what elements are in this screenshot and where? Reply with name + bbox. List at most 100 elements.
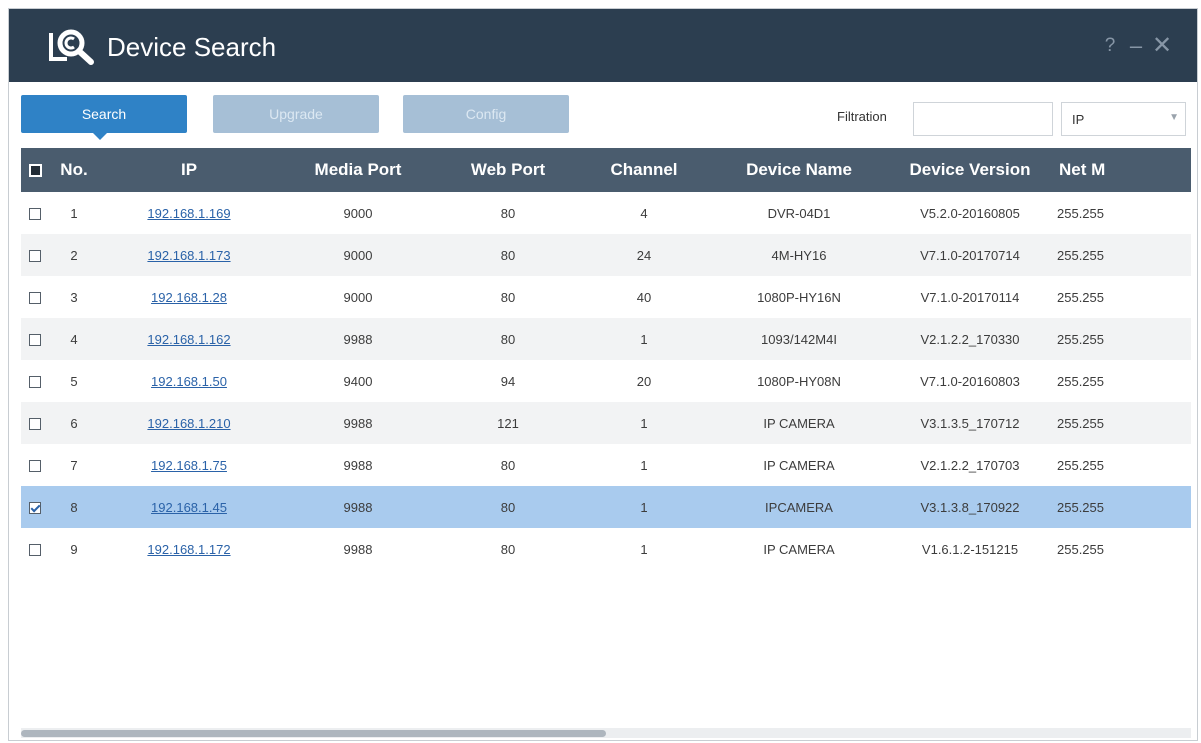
- cell-media-port: 9000: [343, 289, 373, 305]
- row-checkbox[interactable]: [29, 292, 41, 305]
- ip-link[interactable]: 192.168.1.162: [147, 332, 230, 347]
- row-checkbox-cell: [21, 528, 49, 570]
- cell-no: 2: [49, 234, 99, 276]
- header-device-name[interactable]: Device Name: [709, 148, 889, 192]
- cell-device-name: 1080P-HY16N: [757, 289, 841, 305]
- help-button[interactable]: ?: [1099, 31, 1121, 61]
- table-header-row: No. IP Media Port Web Port Channel Devic…: [21, 148, 1191, 192]
- table-row[interactable]: 1 192.168.1.169 9000 80 4 DVR-04D1 V5.2.0-2016…: [21, 192, 1191, 234]
- filter-field-select[interactable]: IP ▼: [1061, 102, 1186, 136]
- table-row[interactable]: 6 192.168.1.210 9988 121 1 IP CAMERA V3.1.3.5_…: [21, 402, 1191, 444]
- cell-net-mask: 255.255: [1057, 373, 1104, 389]
- row-checkbox[interactable]: [29, 334, 41, 347]
- cell-net-mask: 255.255: [1051, 402, 1191, 444]
- cell-device-name: DVR-04D1: [767, 205, 831, 221]
- table-row[interactable]: 8 192.168.1.45 9988 80 1 IPCAMERA V3.1.3.8_170…: [21, 486, 1191, 528]
- ip-link[interactable]: 192.168.1.172: [147, 542, 230, 557]
- app-logo-icon: [49, 29, 94, 65]
- cell-media-port: 9000: [279, 234, 437, 276]
- row-checkbox-cell: [21, 276, 49, 318]
- upgrade-button[interactable]: Upgrade: [213, 95, 379, 133]
- header-net-mask[interactable]: Net M: [1051, 148, 1191, 192]
- cell-channel: 40: [636, 289, 652, 305]
- cell-device-name: 1093/142M4I: [709, 318, 889, 360]
- search-button[interactable]: Search: [21, 95, 187, 140]
- header-media-port[interactable]: Media Port: [279, 148, 437, 192]
- cell-no: 7: [70, 457, 78, 473]
- table-row[interactable]: 4 192.168.1.162 9988 80 1 1093/142M4I V2.1.2.2…: [21, 318, 1191, 360]
- cell-net-mask: 255.255: [1051, 234, 1191, 276]
- row-checkbox-cell: [21, 486, 49, 528]
- cell-device-version: V7.1.0-20160803: [920, 373, 1020, 389]
- row-checkbox[interactable]: [29, 208, 41, 221]
- cell-media-port: 9000: [343, 205, 373, 221]
- cell-channel: 1: [579, 402, 709, 444]
- row-checkbox-cell: [21, 192, 49, 234]
- window-title: Device Search: [107, 32, 277, 62]
- cell-device-name: IPCAMERA: [709, 486, 889, 528]
- minimize-button[interactable]: –: [1125, 31, 1147, 61]
- cell-device-version: V2.1.2.2_170330: [889, 318, 1051, 360]
- header-no[interactable]: No.: [49, 148, 99, 192]
- table-row[interactable]: 9 192.168.1.172 9988 80 1 IP CAMERA V1.6.1.2-1…: [21, 528, 1191, 570]
- ip-link[interactable]: 192.168.1.50: [151, 374, 227, 389]
- cell-channel: 4: [640, 205, 648, 221]
- cell-net-mask: 255.255: [1051, 318, 1191, 360]
- row-checkbox-cell: [21, 402, 49, 444]
- cell-device-name: IP CAMERA: [709, 402, 889, 444]
- ip-link[interactable]: 192.168.1.169: [147, 206, 230, 221]
- cell-no: 6: [49, 402, 99, 444]
- cell-device-version: V7.1.0-20170714: [889, 234, 1051, 276]
- cell-ip: 192.168.1.75: [99, 444, 279, 486]
- table-row[interactable]: 2 192.168.1.173 9000 80 24 4M-HY16 V7.1.0-2017…: [21, 234, 1191, 276]
- header-select-all: [21, 148, 49, 192]
- cell-ip: 192.168.1.172: [99, 528, 279, 570]
- table-row[interactable]: 5 192.168.1.50 9400 94 20 1080P-HY08N V7.1.0-2…: [21, 360, 1191, 402]
- cell-media-port: 9988: [279, 486, 437, 528]
- cell-ip: 192.168.1.50: [99, 360, 279, 402]
- header-device-version[interactable]: Device Version: [889, 148, 1051, 192]
- cell-web-port: 80: [437, 486, 579, 528]
- row-checkbox[interactable]: [29, 418, 41, 431]
- ip-link[interactable]: 192.168.1.28: [151, 290, 227, 305]
- row-checkbox-cell: [21, 234, 49, 276]
- ip-link[interactable]: 192.168.1.75: [151, 458, 227, 473]
- close-button[interactable]: ✕: [1151, 31, 1173, 61]
- cell-web-port: 80: [500, 541, 516, 557]
- cell-device-name: IP CAMERA: [763, 457, 835, 473]
- cell-net-mask: 255.255: [1057, 541, 1104, 557]
- row-checkbox[interactable]: [29, 250, 41, 263]
- horizontal-scrollbar-thumb[interactable]: [21, 730, 606, 737]
- cell-media-port: 9400: [343, 373, 373, 389]
- config-button[interactable]: Config: [403, 95, 569, 133]
- cell-media-port: 9988: [279, 318, 437, 360]
- cell-ip: 192.168.1.162: [99, 318, 279, 360]
- select-all-checkbox[interactable]: [28, 164, 42, 178]
- chevron-down-icon: ▼: [1169, 112, 1179, 123]
- cell-media-port: 9988: [279, 402, 437, 444]
- table-row[interactable]: 3 192.168.1.28 9000 80 40 1080P-HY16N V7.1.0-2…: [21, 276, 1191, 318]
- ip-link[interactable]: 192.168.1.173: [147, 248, 230, 263]
- filtration-label: Filtration: [837, 109, 887, 124]
- cell-web-port: 80: [500, 289, 516, 305]
- cell-no: 4: [49, 318, 99, 360]
- cell-web-port: 80: [500, 457, 516, 473]
- row-checkbox-cell: [21, 318, 49, 360]
- row-checkbox[interactable]: [29, 376, 41, 389]
- ip-link[interactable]: 192.168.1.45: [151, 500, 227, 515]
- row-checkbox-cell: [21, 360, 49, 402]
- cell-device-version: V3.1.3.8_170922: [889, 486, 1051, 528]
- row-checkbox[interactable]: [29, 460, 41, 473]
- horizontal-scrollbar[interactable]: [21, 728, 1191, 738]
- cell-media-port: 9988: [343, 457, 373, 473]
- table-row[interactable]: 7 192.168.1.75 9988 80 1 IP CAMERA V2.1.2.2_17…: [21, 444, 1191, 486]
- filtration-input[interactable]: [913, 102, 1053, 136]
- row-checkbox[interactable]: [29, 544, 41, 557]
- header-ip[interactable]: IP: [99, 148, 279, 192]
- ip-link[interactable]: 192.168.1.210: [147, 416, 230, 431]
- device-table: No. IP Media Port Web Port Channel Devic…: [21, 148, 1191, 570]
- header-web-port[interactable]: Web Port: [437, 148, 579, 192]
- cell-net-mask: 255.255: [1057, 457, 1104, 473]
- row-checkbox[interactable]: [29, 502, 41, 515]
- header-channel[interactable]: Channel: [579, 148, 709, 192]
